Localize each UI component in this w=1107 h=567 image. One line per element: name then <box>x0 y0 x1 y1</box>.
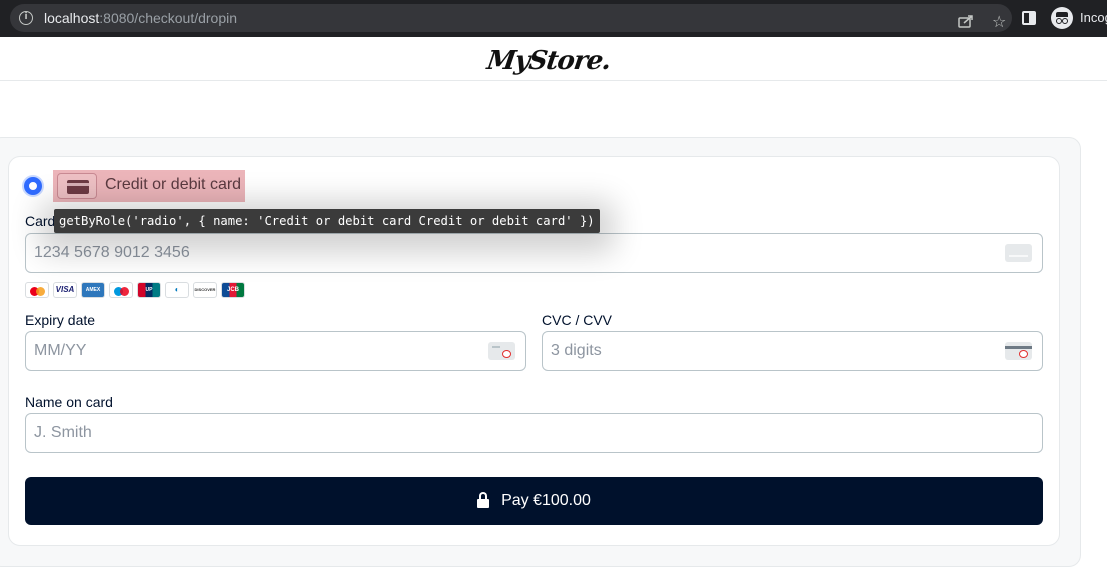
holder-name-input[interactable] <box>34 414 847 452</box>
mastercard-icon <box>25 282 49 298</box>
browser-toolbar: i localhost:8080/checkout/dropin ☆ Incog <box>0 0 1107 37</box>
payment-method-label[interactable]: Credit or debit card <box>105 176 241 194</box>
amex-icon: AMEX <box>81 282 105 298</box>
payment-method-radio[interactable] <box>24 177 42 195</box>
url-host: localhost <box>44 10 100 26</box>
credit-card-icon <box>57 173 97 199</box>
cvc-field[interactable] <box>542 331 1043 371</box>
cvc-label: CVC / CVV <box>542 312 613 328</box>
diners-icon: ◐ <box>165 282 189 298</box>
store-logo[interactable]: MyStore. <box>485 46 613 76</box>
discover-icon: DISCOVER <box>193 282 217 298</box>
lock-icon <box>477 492 490 509</box>
expiry-date-label: Expiry date <box>25 312 96 328</box>
site-info-icon[interactable]: i <box>19 11 33 25</box>
cvc-hint-icon <box>1005 342 1032 360</box>
pay-button[interactable]: Pay €100.00 <box>25 477 1043 525</box>
card-brands-list: VISA AMEX UP ◐ DISCOVER JCB <box>25 282 245 299</box>
incognito-icon[interactable] <box>1051 7 1073 29</box>
expiry-date-input[interactable] <box>34 332 434 370</box>
expiry-date-field[interactable] <box>25 331 526 371</box>
holder-name-field[interactable] <box>25 413 1043 453</box>
bookmark-star-icon[interactable]: ☆ <box>992 12 1006 31</box>
maestro-icon <box>109 282 133 298</box>
pay-button-label: Pay €100.00 <box>501 492 591 509</box>
profile-label[interactable]: Incog <box>1080 10 1107 25</box>
cvc-input[interactable] <box>551 332 951 370</box>
jcb-icon: JCB <box>221 282 245 298</box>
url-path: :8080/checkout/dropin <box>99 10 238 26</box>
address-bar[interactable]: i localhost:8080/checkout/dropin ☆ <box>10 4 1012 32</box>
store-header: MyStore. <box>0 37 1107 81</box>
side-panel-icon[interactable] <box>1022 11 1036 25</box>
card-placeholder-icon <box>1005 244 1032 262</box>
visa-icon: VISA <box>53 282 77 298</box>
card-number-input[interactable] <box>34 234 847 272</box>
unionpay-icon: UP <box>137 282 161 298</box>
card-number-label: Card <box>25 213 56 229</box>
share-icon[interactable] <box>958 14 974 28</box>
holder-name-label: Name on card <box>25 394 113 410</box>
card-number-field[interactable] <box>25 233 1043 273</box>
url-text[interactable]: localhost:8080/checkout/dropin <box>44 10 237 26</box>
expiry-hint-icon <box>488 342 515 360</box>
locator-tooltip: getByRole('radio', { name: 'Credit or de… <box>54 209 600 233</box>
